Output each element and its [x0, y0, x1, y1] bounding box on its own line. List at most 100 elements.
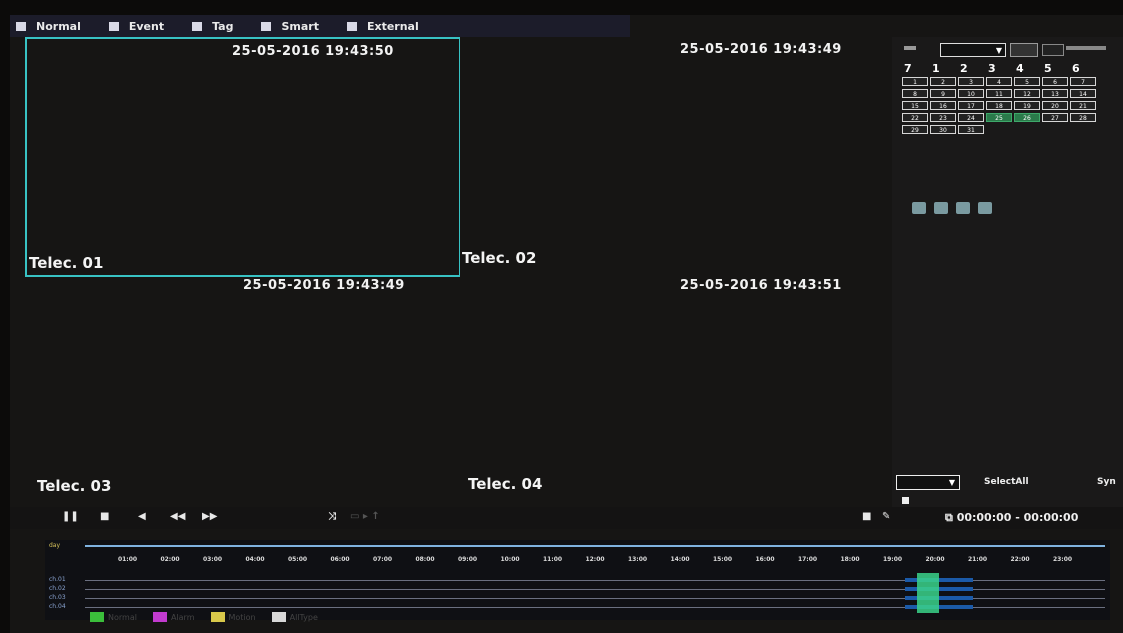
- calendar-day[interactable]: 16: [930, 101, 956, 110]
- weekday-label: 1: [932, 62, 940, 75]
- legend-checkbox[interactable]: [210, 612, 225, 622]
- timeline-hour-label: 10:00: [500, 556, 520, 563]
- calendar-day[interactable]: 24: [958, 113, 984, 122]
- calendar-day[interactable]: 2: [930, 77, 956, 86]
- step-back-icon[interactable]: ◀: [138, 511, 146, 522]
- calendar-day[interactable]: 3: [958, 77, 984, 86]
- camera-view-3[interactable]: 25-05-2016 19:43:49 Telec. 03: [25, 277, 457, 501]
- legend-label: Alarm: [170, 612, 195, 622]
- calendar-day[interactable]: 26: [1014, 113, 1040, 122]
- calendar-day[interactable]: 1: [902, 77, 928, 86]
- tab-normal[interactable]: Normal: [10, 20, 81, 33]
- timeline-hour-label: 14:00: [670, 556, 690, 563]
- select-all-option[interactable]: SelectAll: [984, 477, 1029, 487]
- tab-tag[interactable]: Tag: [186, 20, 233, 33]
- stop-icon[interactable]: ■: [100, 511, 109, 522]
- camera-name: Telec. 01: [29, 254, 104, 272]
- calendar-day[interactable]: 25: [986, 113, 1012, 122]
- calendar-day[interactable]: 8: [902, 89, 928, 98]
- calendar-day[interactable]: 30: [930, 125, 956, 134]
- clip-icon[interactable]: ⤨: [328, 511, 336, 522]
- timeline-hour-label: 18:00: [840, 556, 860, 563]
- backup-icon[interactable]: ⧉: [945, 511, 957, 524]
- calendar-day[interactable]: 19: [1014, 101, 1040, 110]
- camera-snapshot-icon[interactable]: ■: [862, 511, 871, 522]
- calendar-day[interactable]: 29: [902, 125, 928, 134]
- timeline-scale-label[interactable]: day: [49, 542, 60, 549]
- calendar-day[interactable]: 17: [958, 101, 984, 110]
- calendar-day[interactable]: 28: [1070, 113, 1096, 122]
- channel-label: ch.03: [49, 594, 66, 601]
- legend-item[interactable]: Alarm: [152, 612, 195, 622]
- calendar-day[interactable]: 6: [1042, 77, 1068, 86]
- fast-forward-icon[interactable]: ▶▶: [202, 511, 217, 522]
- timeline-channel-row[interactable]: ch.01: [45, 576, 1110, 584]
- layout-button-3[interactable]: [956, 202, 970, 214]
- layout-button-4[interactable]: [978, 202, 992, 214]
- camera-view-1[interactable]: 25-05-2016 19:43:50 Telec. 01: [25, 37, 461, 277]
- tab-external[interactable]: External: [341, 20, 419, 33]
- legend-item[interactable]: AllType: [271, 612, 318, 622]
- layout-button-1[interactable]: [912, 202, 926, 214]
- chevron-down-icon: ▼: [995, 46, 1002, 55]
- calendar-day[interactable]: 4: [986, 77, 1012, 86]
- calendar-day[interactable]: 20: [1042, 101, 1068, 110]
- timeline-hour-label: 17:00: [797, 556, 818, 563]
- rewind-icon[interactable]: ◀◀: [170, 511, 185, 522]
- tab-smart[interactable]: Smart: [255, 20, 319, 33]
- calendar-day[interactable]: 12: [1014, 89, 1040, 98]
- timeline[interactable]: day 01:00 02:00 03:00 04:00 05:00 06:00 07:00 0…: [45, 540, 1110, 620]
- calendar-day[interactable]: 15: [902, 101, 928, 110]
- next-month-button[interactable]: [1042, 44, 1064, 56]
- channel-dropdown[interactable]: ▼: [896, 475, 960, 490]
- tab-event[interactable]: Event: [103, 20, 164, 33]
- prev-month-button[interactable]: [904, 46, 916, 50]
- legend-item[interactable]: Normal: [90, 612, 137, 622]
- syn-option[interactable]: Syn: [1097, 477, 1116, 487]
- timeline-top-bar: [85, 545, 1105, 547]
- calendar-day[interactable]: 13: [1042, 89, 1068, 98]
- recording-segment[interactable]: [905, 605, 974, 609]
- legend-checkbox[interactable]: [90, 612, 104, 622]
- timeline-hour-label: 22:00: [1010, 556, 1030, 563]
- month-dropdown[interactable]: ▼: [940, 43, 1006, 57]
- tab-label: External: [366, 19, 419, 33]
- slow-icon[interactable]: ▭ ▸ ↑: [350, 511, 380, 522]
- calendar-day[interactable]: 23: [930, 113, 956, 122]
- weekday-label: 3: [988, 62, 996, 75]
- calendar-day[interactable]: 14: [1070, 89, 1096, 98]
- list-toggle[interactable]: [902, 497, 909, 504]
- layout-buttons: [912, 202, 992, 214]
- calendar-day[interactable]: 10: [958, 89, 984, 98]
- calendar-day[interactable]: 9: [930, 89, 956, 98]
- timeline-cursor[interactable]: [917, 573, 939, 613]
- calendar-day[interactable]: 31: [958, 125, 984, 134]
- timeline-channel-row[interactable]: ch.02: [45, 585, 1110, 593]
- calendar-day[interactable]: 21: [1070, 101, 1096, 110]
- layout-button-2[interactable]: [934, 202, 948, 214]
- legend-checkbox[interactable]: [271, 612, 286, 622]
- weekday-label: 2: [960, 62, 968, 75]
- recording-segment[interactable]: [905, 596, 974, 600]
- legend-item[interactable]: Motion: [210, 612, 256, 622]
- edit-icon[interactable]: ✎: [882, 511, 890, 522]
- calendar-day[interactable]: 22: [902, 113, 928, 122]
- calendar-day[interactable]: 5: [1014, 77, 1040, 86]
- calendar-day[interactable]: 7: [1070, 77, 1096, 86]
- camera-view-4[interactable]: 25-05-2016 19:43:51 Telec. 04: [460, 277, 890, 501]
- recording-segment[interactable]: [905, 578, 974, 582]
- timeline-channel-row[interactable]: ch.03: [45, 594, 1110, 602]
- recording-segment[interactable]: [905, 587, 974, 591]
- calendar-day[interactable]: 18: [986, 101, 1012, 110]
- timeline-hour-label: 19:00: [882, 556, 903, 563]
- camera-view-2[interactable]: 25-05-2016 19:43:49 Telec. 02: [460, 37, 890, 277]
- calendar-day[interactable]: 11: [986, 89, 1012, 98]
- timeline-channel-row[interactable]: ch.04: [45, 603, 1110, 611]
- pause-icon[interactable]: ❚❚: [62, 511, 79, 522]
- year-field[interactable]: [1010, 43, 1038, 57]
- playback-controls: ❚❚ ■ ◀ ◀◀ ▶▶ ⤨ ▭ ▸ ↑ ■ ✎ ⧉ 00:00:00 - 00…: [10, 507, 1123, 529]
- normal-icon: [16, 21, 26, 31]
- calendar-day[interactable]: 27: [1042, 113, 1068, 122]
- channel-label: ch.02: [49, 585, 66, 592]
- legend-checkbox[interactable]: [152, 612, 167, 622]
